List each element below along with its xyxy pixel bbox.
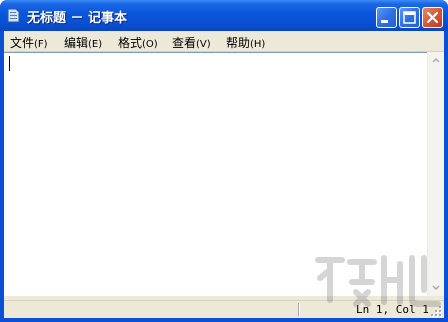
menu-file[interactable]: 文件(F) <box>10 34 48 51</box>
menu-bar: 文件(F) 编辑(E) 格式(O) 查看(V) 帮助(H) <box>4 31 444 52</box>
watermark-logo <box>315 255 441 307</box>
menu-format-accel: (O) <box>142 39 158 50</box>
maximize-button[interactable] <box>399 7 420 28</box>
text-caret <box>9 56 10 71</box>
scroll-up-button[interactable] <box>428 52 444 69</box>
close-button[interactable] <box>422 7 443 28</box>
notepad-icon[interactable] <box>7 8 20 23</box>
menu-edit-accel: (E) <box>88 39 103 50</box>
menu-file-accel: (F) <box>34 39 48 50</box>
menu-view[interactable]: 查看(V) <box>172 34 211 51</box>
menu-help[interactable]: 帮助(H) <box>226 34 265 51</box>
menu-help-label: 帮助 <box>226 36 251 50</box>
minimize-button[interactable] <box>376 7 397 28</box>
title-bar[interactable]: 无标题 － 记事本 <box>0 0 448 31</box>
status-divider <box>298 303 299 316</box>
menu-format-label: 格式 <box>118 36 143 50</box>
window-title: 无标题 － 记事本 <box>27 11 128 26</box>
menu-help-accel: (H) <box>250 39 266 50</box>
scroll-up-icon <box>432 57 440 63</box>
menu-view-label: 查看 <box>172 36 197 50</box>
close-icon <box>426 11 439 24</box>
menu-edit-label: 编辑 <box>64 36 89 50</box>
minimize-icon <box>381 20 388 23</box>
menu-view-accel: (V) <box>196 39 211 50</box>
window-frame-bottom <box>0 318 448 322</box>
menu-edit[interactable]: 编辑(E) <box>64 34 102 51</box>
notepad-window: 无标题 － 记事本 文件(F) 编辑(E) 格式(O) 查看(V) 帮助(H) <box>0 0 448 322</box>
maximize-icon <box>403 11 416 24</box>
menu-format[interactable]: 格式(O) <box>118 34 158 51</box>
menu-file-label: 文件 <box>10 36 35 50</box>
